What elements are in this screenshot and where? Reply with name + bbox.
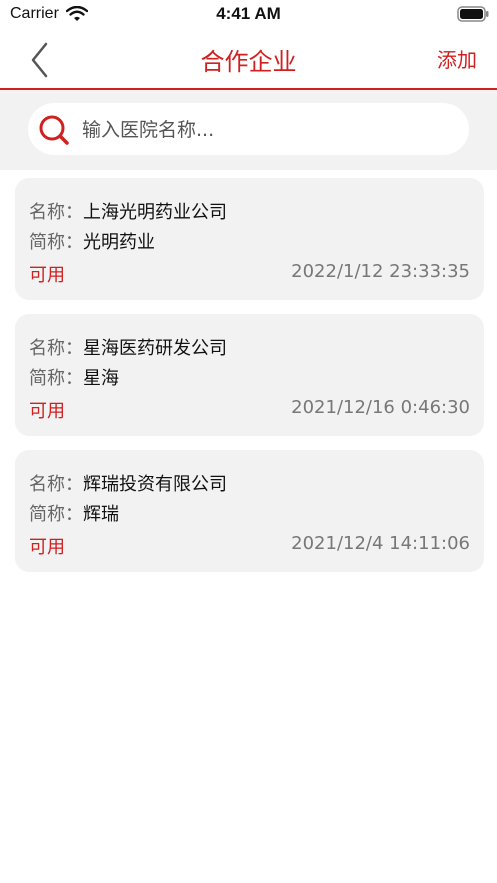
search-input[interactable] [80, 111, 454, 149]
created-date: 2021/12/4 14:11:06 [291, 533, 470, 554]
status-text: 可用 [29, 537, 65, 558]
status-text: 可用 [29, 401, 65, 422]
short-name-row: 简称：星海 [29, 364, 119, 390]
short-name-row: 简称：辉瑞 [29, 500, 119, 526]
name-row: 名称：星海医药研发公司 [29, 334, 227, 360]
company-short-name: 辉瑞 [83, 504, 119, 525]
short-name-label: 简称： [29, 504, 83, 525]
created-date: 2021/12/16 0:46:30 [291, 397, 470, 418]
search-icon [38, 114, 70, 150]
company-short-name: 星海 [83, 368, 119, 389]
status-text: 可用 [29, 265, 65, 286]
short-name-row: 简称：光明药业 [29, 228, 155, 254]
name-row: 名称：辉瑞投资有限公司 [29, 470, 227, 496]
name-label: 名称： [29, 202, 83, 223]
short-name-label: 简称： [29, 232, 83, 253]
status-bar: Carrier 4:41 AM [0, 0, 497, 30]
company-short-name: 光明药业 [83, 232, 155, 253]
name-label: 名称： [29, 474, 83, 495]
status-time: 4:41 AM [216, 4, 281, 23]
company-card[interactable]: 名称：辉瑞投资有限公司 简称：辉瑞 可用 2021/12/4 14:11:06 [15, 450, 484, 572]
name-row: 名称：上海光明药业公司 [29, 198, 227, 224]
search-area [0, 90, 497, 170]
battery-icon [457, 6, 489, 27]
page-title: 合作企业 [200, 48, 297, 76]
name-label: 名称： [29, 338, 83, 359]
company-name: 星海医药研发公司 [83, 338, 227, 359]
company-card[interactable]: 名称：星海医药研发公司 简称：星海 可用 2021/12/16 0:46:30 [15, 314, 484, 436]
company-name: 上海光明药业公司 [83, 202, 227, 223]
company-name: 辉瑞投资有限公司 [83, 474, 227, 495]
created-date: 2022/1/12 23:33:35 [291, 261, 470, 282]
short-name-label: 简称： [29, 368, 83, 389]
search-box[interactable] [28, 103, 469, 155]
add-button[interactable]: 添加 [437, 44, 477, 73]
company-card[interactable]: 名称：上海光明药业公司 简称：光明药业 可用 2022/1/12 23:33:3… [15, 178, 484, 300]
navigation-bar: 合作企业 添加 [0, 30, 497, 90]
